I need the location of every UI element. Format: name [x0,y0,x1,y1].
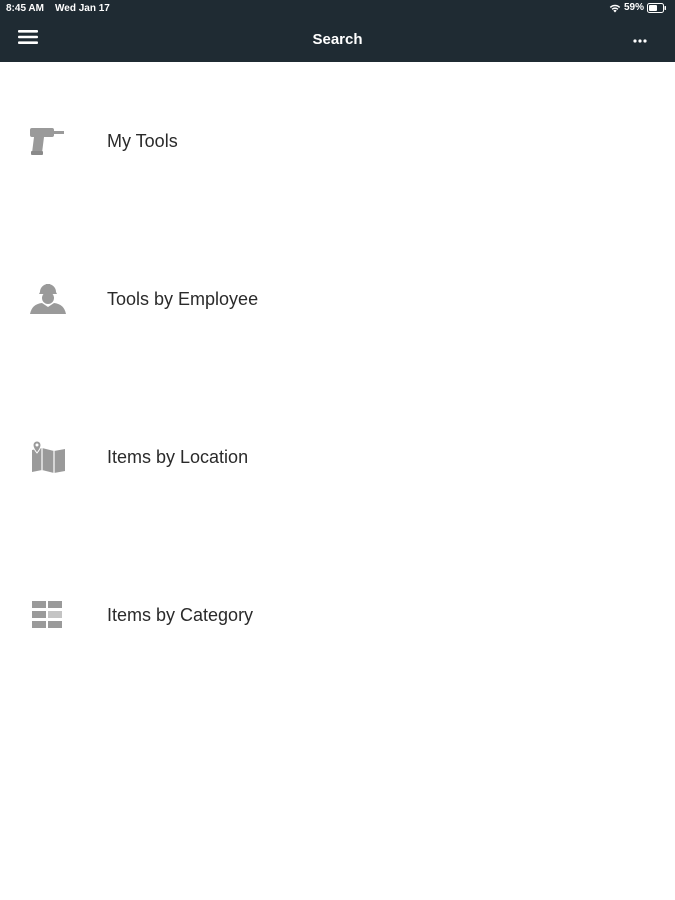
status-indicators: 59% [609,2,667,13]
more-options-button[interactable] [625,28,655,50]
more-horizontal-icon [633,30,647,48]
list-item-items-by-location[interactable]: Items by Location [0,378,675,536]
list-item-my-tools[interactable]: My Tools [0,62,675,220]
wifi-icon [609,3,621,13]
status-date: Wed Jan 17 [55,3,110,14]
battery-icon [647,2,667,13]
search-options-list: My Tools Tools by Employee Items by Loca… [0,62,675,694]
search-screen: 8:45 AM Wed Jan 17 59% Search My Tools T… [0,0,675,900]
list-item-label: Items by Category [107,605,254,625]
battery-percentage: 59% [623,2,644,13]
status-time: 8:45 AM [6,3,44,14]
list-item-items-by-category[interactable]: Items by Category [0,536,675,694]
list-item-label: Tools by Employee [107,289,259,309]
list-item-label: Items by Location [107,447,249,467]
list-item-tools-by-employee[interactable]: Tools by Employee [0,220,675,378]
category-grid-icon [28,598,68,632]
drill-icon [28,124,68,158]
page-title: Search [312,31,363,48]
worker-icon [28,282,68,316]
nav-bar: Search [0,18,675,62]
map-pin-icon [28,440,68,474]
app-header: 8:45 AM Wed Jan 17 59% Search [0,0,675,62]
list-item-label: My Tools [107,131,178,151]
status-bar: 8:45 AM Wed Jan 17 59% [0,0,675,18]
